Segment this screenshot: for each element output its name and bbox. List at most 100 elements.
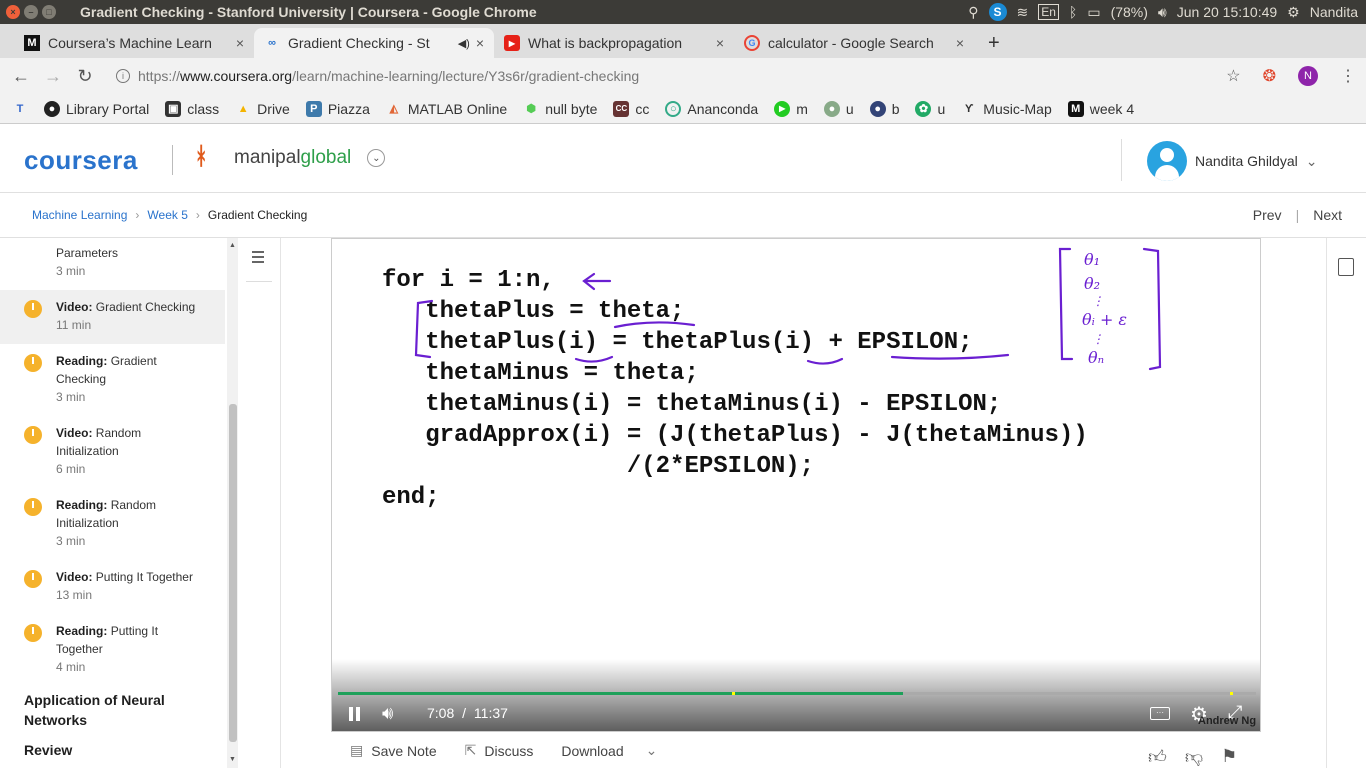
- arrow-annotation: [582, 272, 612, 291]
- flag-icon[interactable]: ⚑: [1221, 746, 1237, 768]
- bookmark-piazza[interactable]: P Piazza: [305, 100, 370, 117]
- video-actions: ▤ Save Note ⇱ Discuss Download ⌄: [350, 742, 657, 759]
- tab-gradient-checking[interactable]: ∞ Gradient Checking - St ◀︎) ×: [254, 28, 494, 58]
- breadcrumb: Machine Learning › Week 5 › Gradient Che…: [32, 208, 307, 222]
- sidebar-item-video-putting-it-together[interactable]: Video: Putting It Together 13 min: [0, 568, 225, 620]
- bookmark-matlab[interactable]: ◭ MATLAB Online: [386, 101, 508, 117]
- profile-avatar[interactable]: N: [1298, 66, 1318, 86]
- sidebar-item-reading-gradient-checking[interactable]: Reading: Gradient Checking 3 min: [0, 352, 225, 422]
- tab-close-icon[interactable]: ×: [956, 35, 964, 51]
- breadcrumb-course[interactable]: Machine Learning: [32, 208, 127, 222]
- address-bar[interactable]: i https://www.coursera.org/learn/machine…: [116, 68, 639, 84]
- bookmark-anaconda[interactable]: ○ Ananconda: [665, 100, 758, 117]
- battery-percent[interactable]: (78%): [1111, 4, 1148, 20]
- tab-close-icon[interactable]: ×: [236, 35, 244, 51]
- feedback-actions: 👍︎ 👎︎ ⚑: [1148, 746, 1237, 768]
- matrix-entry-theta-2: θ₂: [1084, 274, 1100, 293]
- prev-link[interactable]: Prev: [1253, 207, 1282, 223]
- bookmark-class[interactable]: ▣ class: [165, 100, 219, 117]
- bookmark-m[interactable]: ▶ m: [774, 100, 808, 117]
- user-menu[interactable]: Nandita Ghildyal ⌄: [1147, 141, 1317, 181]
- toggle-outline-list-icon[interactable]: [246, 248, 272, 282]
- menu-icon[interactable]: ⋮: [1340, 66, 1356, 86]
- site-info-icon[interactable]: i: [116, 69, 130, 83]
- next-link[interactable]: Next: [1313, 207, 1342, 223]
- sidebar-section-review[interactable]: Review: [24, 740, 72, 760]
- session-user[interactable]: Nandita: [1310, 4, 1358, 20]
- sidebar-scroll-thumb[interactable]: [229, 404, 237, 742]
- volume-icon[interactable]: 🔊︎: [1158, 4, 1167, 21]
- save-note-button[interactable]: ▤ Save Note: [350, 742, 437, 759]
- bluetooth-icon[interactable]: ᛒ: [1069, 4, 1077, 20]
- tab-calculator[interactable]: G calculator - Google Search ×: [734, 28, 974, 58]
- settings-gear-icon[interactable]: ⚙: [1287, 4, 1300, 21]
- bookmark-u2[interactable]: ✿ u: [915, 100, 945, 117]
- tab-close-icon[interactable]: ×: [476, 35, 484, 51]
- clock-icon: [24, 426, 42, 444]
- bookmark-b[interactable]: ● b: [869, 100, 899, 117]
- bracket-annotation: [414, 299, 434, 359]
- reload-button[interactable]: ↻: [74, 66, 96, 87]
- battery-icon[interactable]: ▭: [1087, 4, 1100, 21]
- sidebar-item-label: Reading: Random Initialization: [56, 496, 176, 532]
- video-player[interactable]: for i = 1:n, thetaPlus = theta; thetaPlu…: [331, 238, 1261, 732]
- coursera-logo[interactable]: coursera: [24, 145, 138, 176]
- item-title: Gradient Checking: [95, 300, 196, 314]
- discuss-button[interactable]: ⇱ Discuss: [465, 742, 534, 759]
- volume-icon[interactable]: 🔊︎: [382, 703, 393, 724]
- sidebar-item-reading-putting-it-together[interactable]: Reading: Putting It Together 4 min: [0, 622, 225, 692]
- download-button[interactable]: Download ⌄: [561, 742, 657, 759]
- coursera-link-icon: ∞: [268, 37, 276, 49]
- sidebar-item-video-random-initialization[interactable]: Video: Random Initialization 6 min: [0, 424, 225, 494]
- maximize-window-button[interactable]: □: [42, 5, 56, 19]
- tab-backpropagation[interactable]: ▶ What is backpropagation ×: [494, 28, 734, 58]
- transcript-notes-icon[interactable]: [1338, 258, 1354, 276]
- keyboard-layout[interactable]: En: [1038, 4, 1059, 20]
- clock[interactable]: Jun 20 15:10:49: [1177, 4, 1277, 20]
- sidebar-item-unrolling-parameters[interactable]: Parameters 3 min: [0, 238, 225, 290]
- pause-icon[interactable]: [348, 707, 362, 721]
- chevron-down-icon[interactable]: ⌄: [367, 149, 386, 167]
- thumbs-down-icon[interactable]: 👎︎: [1185, 746, 1203, 768]
- wifi-icon[interactable]: ≋: [1017, 4, 1029, 21]
- back-button[interactable]: ←: [10, 66, 32, 87]
- forward-button[interactable]: →: [42, 66, 64, 87]
- scroll-down-arrow-icon[interactable]: ▼: [227, 756, 238, 763]
- system-top-bar: × – □ Gradient Checking - Stanford Unive…: [0, 0, 1366, 24]
- bookmark-drive[interactable]: ▲ Drive: [235, 101, 290, 117]
- tab-audio-icon[interactable]: ◀︎): [458, 37, 470, 50]
- bookmark-week-4[interactable]: Mweek 4: [1067, 100, 1134, 117]
- tab-coursera-ml[interactable]: M Coursera’s Machine Learn ×: [14, 28, 254, 58]
- skype-icon[interactable]: S: [988, 3, 1007, 21]
- breadcrumb-week[interactable]: Week 5: [147, 208, 187, 222]
- bookmark-cc[interactable]: CC cc: [613, 100, 650, 117]
- captions-icon[interactable]: ···: [1150, 707, 1170, 720]
- thumbs-up-icon[interactable]: 👍︎: [1148, 746, 1167, 768]
- bookmark-library-portal[interactable]: ● Library Portal: [44, 100, 149, 117]
- bookmark-label: cc: [635, 100, 650, 117]
- partner-switcher[interactable]: ᚼ manipalglobal ⌄: [194, 143, 386, 173]
- drive-icon: ▲: [237, 102, 249, 115]
- bookmark-label: u: [845, 100, 854, 117]
- tab-close-icon[interactable]: ×: [716, 35, 724, 51]
- toolbar-actions: ☆ ❂ N ⋮: [1226, 66, 1356, 86]
- video-progress-bar[interactable]: [338, 692, 1256, 695]
- sidebar-section-application[interactable]: Application of Neural Networks: [24, 690, 194, 730]
- sidebar-item-video-gradient-checking[interactable]: Video: Gradient Checking 11 min: [0, 290, 225, 344]
- bookmark-music-map[interactable]: ϒ Music-Map: [961, 101, 1052, 117]
- sidebar-item-label: Video: Putting It Together: [56, 568, 225, 586]
- system-tray: ⚲ S ≋ En ᛒ ▭ (78%) 🔊︎ Jun 20 15:10:49 ⚙ …: [968, 0, 1358, 24]
- bookmark-t2[interactable]: T: [12, 101, 28, 117]
- close-window-button[interactable]: ×: [6, 5, 20, 19]
- scroll-up-arrow-icon[interactable]: ▲: [227, 242, 238, 249]
- minimize-window-button[interactable]: –: [24, 5, 38, 19]
- sidebar-item-duration: 13 min: [56, 588, 93, 602]
- lecture-navigation: Prev | Next: [1253, 207, 1342, 223]
- new-tab-button[interactable]: +: [988, 28, 1000, 58]
- bookmark-u1[interactable]: ● u: [823, 100, 854, 117]
- bookmark-null-byte[interactable]: ⬢ null byte: [523, 101, 597, 117]
- bookmark-star-icon[interactable]: ☆: [1226, 66, 1240, 86]
- location-icon[interactable]: ⚲: [968, 4, 978, 21]
- sidebar-item-reading-random-initialization[interactable]: Reading: Random Initialization 3 min: [0, 496, 225, 566]
- extension-icon[interactable]: ❂: [1263, 66, 1276, 86]
